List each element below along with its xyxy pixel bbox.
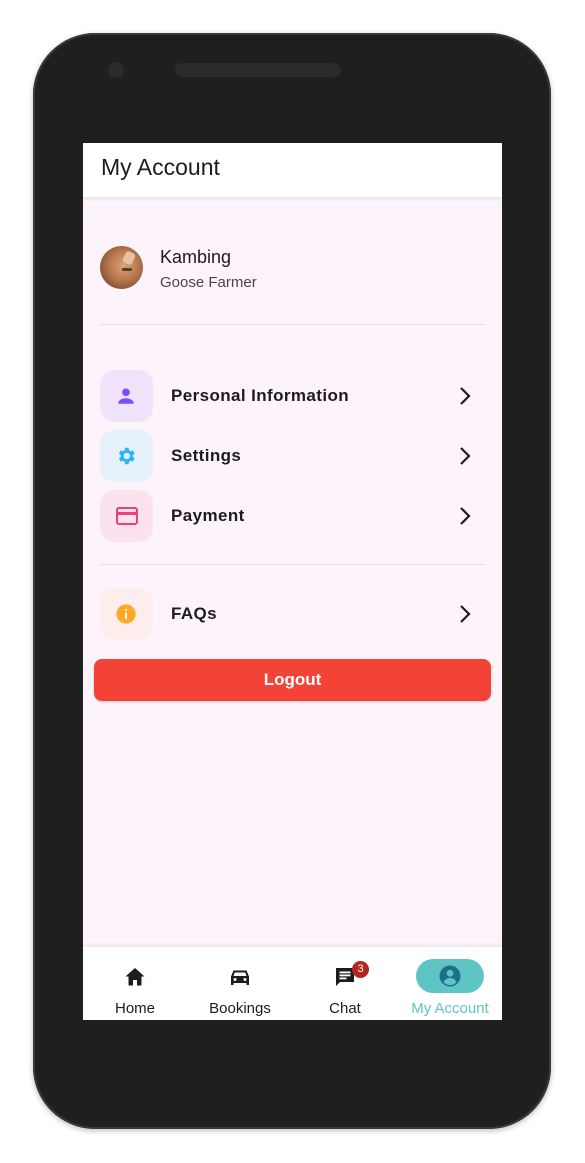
chevron-right-icon [460, 447, 471, 465]
menu-icon-box [100, 370, 153, 422]
menu-item-label: Settings [171, 446, 242, 465]
profile-name: Kambing [160, 247, 232, 267]
menu-icon-box [100, 490, 153, 542]
app-bar: My Account [83, 143, 502, 197]
bottom-navigation: Home Bookings 3 Chat My Account [83, 947, 502, 1020]
nav-item-my-account[interactable]: My Account [398, 947, 502, 1020]
earpiece-speaker [175, 63, 341, 77]
menu-item-label: Personal Information [171, 386, 350, 405]
credit-card-icon [116, 507, 138, 525]
front-camera [108, 62, 124, 78]
chevron-right-icon [460, 605, 471, 623]
menu-item-label: Payment [171, 506, 245, 525]
app-screen: My Account Kambing Goose Farmer Personal… [83, 143, 502, 1020]
divider [100, 324, 485, 325]
nav-label: Bookings [209, 1000, 271, 1017]
menu-item-payment[interactable]: Payment [100, 490, 485, 542]
nav-label: Chat [329, 1000, 361, 1017]
profile-role: Goose Farmer [160, 274, 257, 291]
menu-item-personal-information[interactable]: Personal Information [100, 370, 485, 422]
phone-frame: My Account Kambing Goose Farmer Personal… [33, 33, 551, 1129]
menu-icon-box [100, 588, 153, 640]
nav-item-bookings[interactable]: Bookings [188, 947, 292, 1020]
chevron-right-icon [460, 387, 471, 405]
menu-icon-box [100, 430, 153, 482]
profile-header: Kambing Goose Farmer [100, 246, 485, 292]
nav-label: Home [114, 1000, 155, 1017]
avatar [100, 246, 143, 289]
nav-item-chat[interactable]: 3 Chat [293, 947, 397, 1020]
account-circle-icon [439, 965, 461, 987]
gear-icon [118, 447, 135, 465]
info-icon [116, 604, 136, 624]
car-icon [231, 970, 249, 985]
person-icon [118, 388, 134, 404]
nav-label: My Account [411, 1000, 489, 1017]
divider [100, 564, 485, 565]
menu-item-settings[interactable]: Settings [100, 430, 485, 482]
page-title: My Account [101, 154, 220, 180]
logout-button[interactable]: Logout [94, 659, 491, 701]
nav-item-home[interactable]: Home [83, 947, 187, 1020]
home-icon [125, 968, 145, 986]
menu-item-label: FAQs [171, 604, 218, 623]
chevron-right-icon [460, 507, 471, 525]
menu-item-faqs[interactable]: FAQs [100, 588, 485, 640]
chat-badge: 3 [352, 961, 369, 978]
